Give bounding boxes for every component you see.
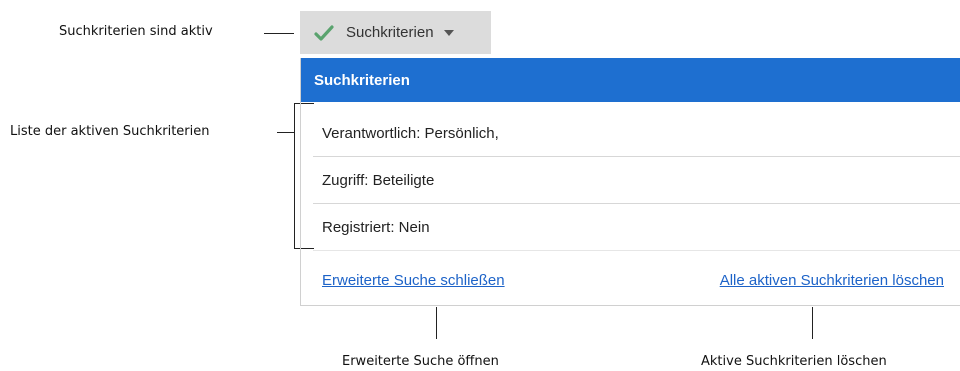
callout-clear-filters: Aktive Suchkriterien löschen xyxy=(701,354,887,369)
criterion-row: Registriert: Nein xyxy=(313,204,960,251)
filter-panel: Suchkriterien Verantwortlich: Persönlich… xyxy=(300,58,960,306)
panel-title: Suchkriterien xyxy=(314,71,410,89)
active-criteria-list: Verantwortlich: Persönlich, Zugriff: Bet… xyxy=(313,110,960,251)
criterion-text: Verantwortlich: Persönlich, xyxy=(322,124,499,142)
callout-line-filters-active xyxy=(264,33,294,34)
criterion-row: Verantwortlich: Persönlich, xyxy=(313,110,960,157)
filter-toggle-label: Suchkriterien xyxy=(346,24,434,41)
callout-filters-active: Suchkriterien sind aktiv xyxy=(59,24,213,39)
callout-line-open-search xyxy=(436,307,437,339)
callout-line-clear-filters xyxy=(812,307,813,339)
bracket-vertical xyxy=(294,103,295,249)
chevron-down-icon xyxy=(443,29,454,36)
callout-active-list: Liste der aktiven Suchkriterien xyxy=(10,124,210,139)
close-advanced-search-link[interactable]: Erweiterte Suche schließen xyxy=(322,272,505,289)
clear-all-filters-link[interactable]: Alle aktiven Suchkriterien löschen xyxy=(720,272,944,289)
check-icon xyxy=(314,24,334,41)
criterion-text: Registriert: Nein xyxy=(322,218,430,236)
panel-footer-links: Erweiterte Suche schließen Alle aktiven … xyxy=(322,272,944,289)
callout-line-active-list xyxy=(277,132,294,133)
filter-toggle-button[interactable]: Suchkriterien xyxy=(300,11,491,54)
criterion-text: Zugriff: Beteiligte xyxy=(322,171,435,189)
panel-header: Suchkriterien xyxy=(301,58,960,102)
criterion-row: Zugriff: Beteiligte xyxy=(313,157,960,204)
callout-open-search: Erweiterte Suche öffnen xyxy=(342,354,499,369)
